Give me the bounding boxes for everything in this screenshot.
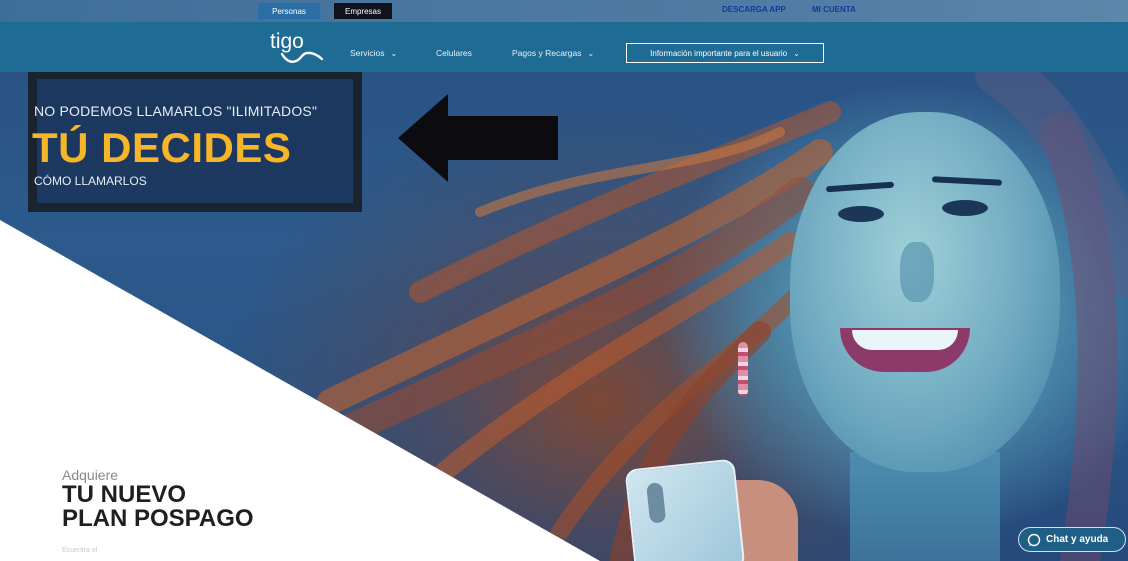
main-navbar: tigo Servicios ⌄ Celulares Pagos y Recar…	[0, 22, 1128, 72]
tab-personas[interactable]: Personas	[258, 3, 320, 19]
headline-line-1: TU NUEVO	[62, 481, 187, 508]
nav-celulares-label: Celulares	[436, 48, 472, 58]
tigo-logo[interactable]: tigo	[268, 28, 328, 66]
download-app-link[interactable]: DESCARGA APP	[722, 5, 786, 14]
promo-title: TÚ DECIDES	[32, 124, 292, 171]
nav-servicios-label: Servicios	[350, 48, 385, 58]
top-utility-bar: Personas Empresas DESCARGA APP MI CUENTA	[0, 0, 1128, 22]
nav-pagos-recargas[interactable]: Pagos y Recargas ⌄	[512, 48, 594, 58]
chevron-down-icon: ⌄	[587, 48, 595, 58]
chevron-down-icon: ⌄	[793, 48, 800, 58]
headline-line-2: PLAN POSPAGO	[62, 505, 254, 532]
headline: TU NUEVO PLAN POSPAGO	[62, 483, 254, 531]
chat-help-button[interactable]: Chat y ayuda	[1018, 527, 1126, 552]
info-usuario-button[interactable]: Información importante para el usuario ⌄	[626, 43, 824, 63]
nav-pagos-label: Pagos y Recargas	[512, 48, 582, 58]
tab-empresas[interactable]: Empresas	[334, 3, 392, 19]
hero-banner[interactable]: NO PODEMOS LLAMARLOS "ILIMITADOS" TÚ DEC…	[0, 72, 1128, 561]
nav-servicios[interactable]: Servicios ⌄	[350, 48, 397, 58]
footnote-text: Ecuentra el	[62, 547, 98, 554]
nav-celulares[interactable]: Celulares	[436, 48, 472, 58]
info-usuario-label: Información importante para el usuario	[650, 48, 788, 58]
promo-subtitle: NO PODEMOS LLAMARLOS "ILIMITADOS"	[34, 103, 318, 119]
promo-footer: CÓMO LLAMARLOS	[34, 174, 147, 188]
chevron-down-icon: ⌄	[390, 48, 398, 58]
arrow-left-icon	[398, 94, 558, 182]
chat-help-label: Chat y ayuda	[1046, 534, 1109, 545]
chat-bubble-icon	[1027, 533, 1041, 546]
my-account-link[interactable]: MI CUENTA	[812, 5, 856, 14]
logo-wave-icon	[280, 51, 324, 63]
